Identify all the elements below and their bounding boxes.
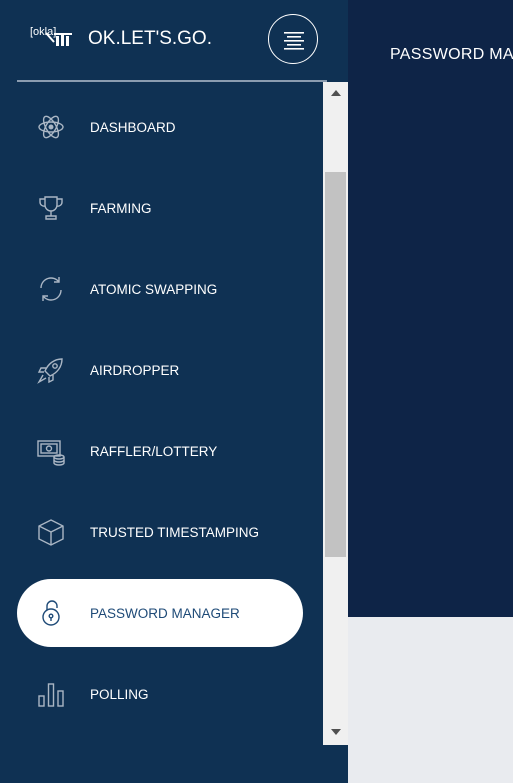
trophy-icon (34, 193, 68, 223)
rocket-icon (34, 355, 68, 385)
sidebar-divider (17, 80, 327, 82)
cube-icon (34, 517, 68, 547)
page-title: PASSWORD MA (390, 46, 513, 63)
scrollbar-thumb[interactable] (325, 172, 346, 557)
scroll-down-arrow-icon[interactable] (323, 723, 348, 741)
sidebar-item-airdropper[interactable]: AIRDROPPER (17, 336, 303, 404)
sidebar-item-label: DASHBOARD (90, 119, 176, 135)
money-coins-icon (34, 436, 68, 466)
main-header-area (348, 0, 513, 617)
bar-chart-icon (34, 679, 68, 709)
sidebar-item-label: FARMING (90, 200, 152, 216)
brand-name: OK.LET'S.GO. (88, 28, 212, 49)
sidebar-item-password-manager[interactable]: PASSWORD MANAGER (17, 579, 303, 647)
sidebar-item-label: AIRDROPPER (90, 362, 180, 378)
hamburger-icon (284, 32, 304, 50)
main-content-area (348, 617, 513, 783)
sidebar-scrollbar[interactable] (323, 82, 348, 745)
sidebar-item-dashboard[interactable]: DASHBOARD (17, 93, 303, 161)
sidebar-item-trusted-timestamping[interactable]: TRUSTED TIMESTAMPING (17, 498, 303, 566)
menu-toggle-button[interactable] (268, 14, 318, 64)
sidebar-item-polling[interactable]: POLLING (17, 660, 303, 728)
sidebar-item-farming[interactable]: FARMING (17, 174, 303, 242)
sidebar-item-raffler-lottery[interactable]: RAFFLER/LOTTERY (17, 417, 303, 485)
brand-logo[interactable]: [okla] (28, 24, 80, 50)
sidebar-item-label: PASSWORD MANAGER (90, 605, 240, 621)
sidebar-item-label: TRUSTED TIMESTAMPING (90, 524, 260, 540)
sidebar-item-label: ATOMIC SWAPPING (90, 281, 218, 297)
sidebar-item-label: RAFFLER/LOTTERY (90, 443, 218, 459)
atom-icon (34, 112, 68, 142)
sidebar-item-label: POLLING (90, 686, 149, 702)
scroll-up-arrow-icon[interactable] (323, 84, 348, 102)
unlock-icon (34, 598, 68, 628)
sidebar: [okla] OK.LET'S.GO. DASHBOARD FARMING AT… (0, 0, 348, 783)
logo-text: [okla] (30, 26, 56, 38)
refresh-icon (34, 274, 68, 304)
sidebar-item-atomic-swapping[interactable]: ATOMIC SWAPPING (17, 255, 303, 323)
